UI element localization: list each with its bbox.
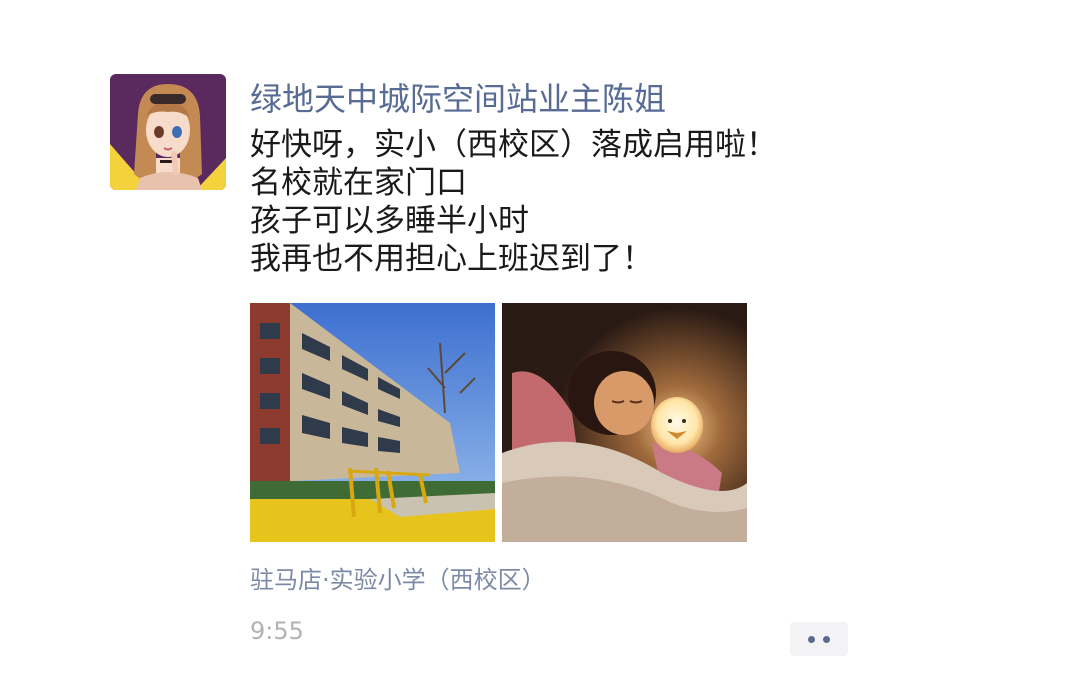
school-building-image [250,303,495,542]
sleeping-child-photo[interactable] [502,303,747,542]
content-line: 孩子可以多睡半小时 [250,203,529,239]
school-building-photo[interactable] [250,303,495,542]
sleeping-child-image [502,303,747,542]
content-line: 好快呀，实小（西校区）落成启用啦！ [250,127,777,163]
location-link[interactable]: 驻马店·实验小学（西校区） [250,562,546,598]
moment-post: 绿地天中城际空间站业主陈姐 好快呀，实小（西校区）落成启用啦！ 名校就在家门口 … [0,0,1080,690]
more-actions-button[interactable] [790,622,848,656]
author-name[interactable]: 绿地天中城际空间站业主陈姐 [250,76,666,122]
avatar-illustration [110,74,226,190]
post-time: 9:55 [250,617,304,645]
ellipsis-icon [808,635,815,643]
content-line: 名校就在家门口 [250,165,467,201]
post-content: 好快呀，实小（西校区）落成启用啦！ 名校就在家门口 孩子可以多睡半小时 我再也不… [250,126,850,278]
content-line: 我再也不用担心上班迟到了！ [250,241,653,277]
avatar[interactable] [110,74,226,190]
ellipsis-icon [823,635,830,643]
